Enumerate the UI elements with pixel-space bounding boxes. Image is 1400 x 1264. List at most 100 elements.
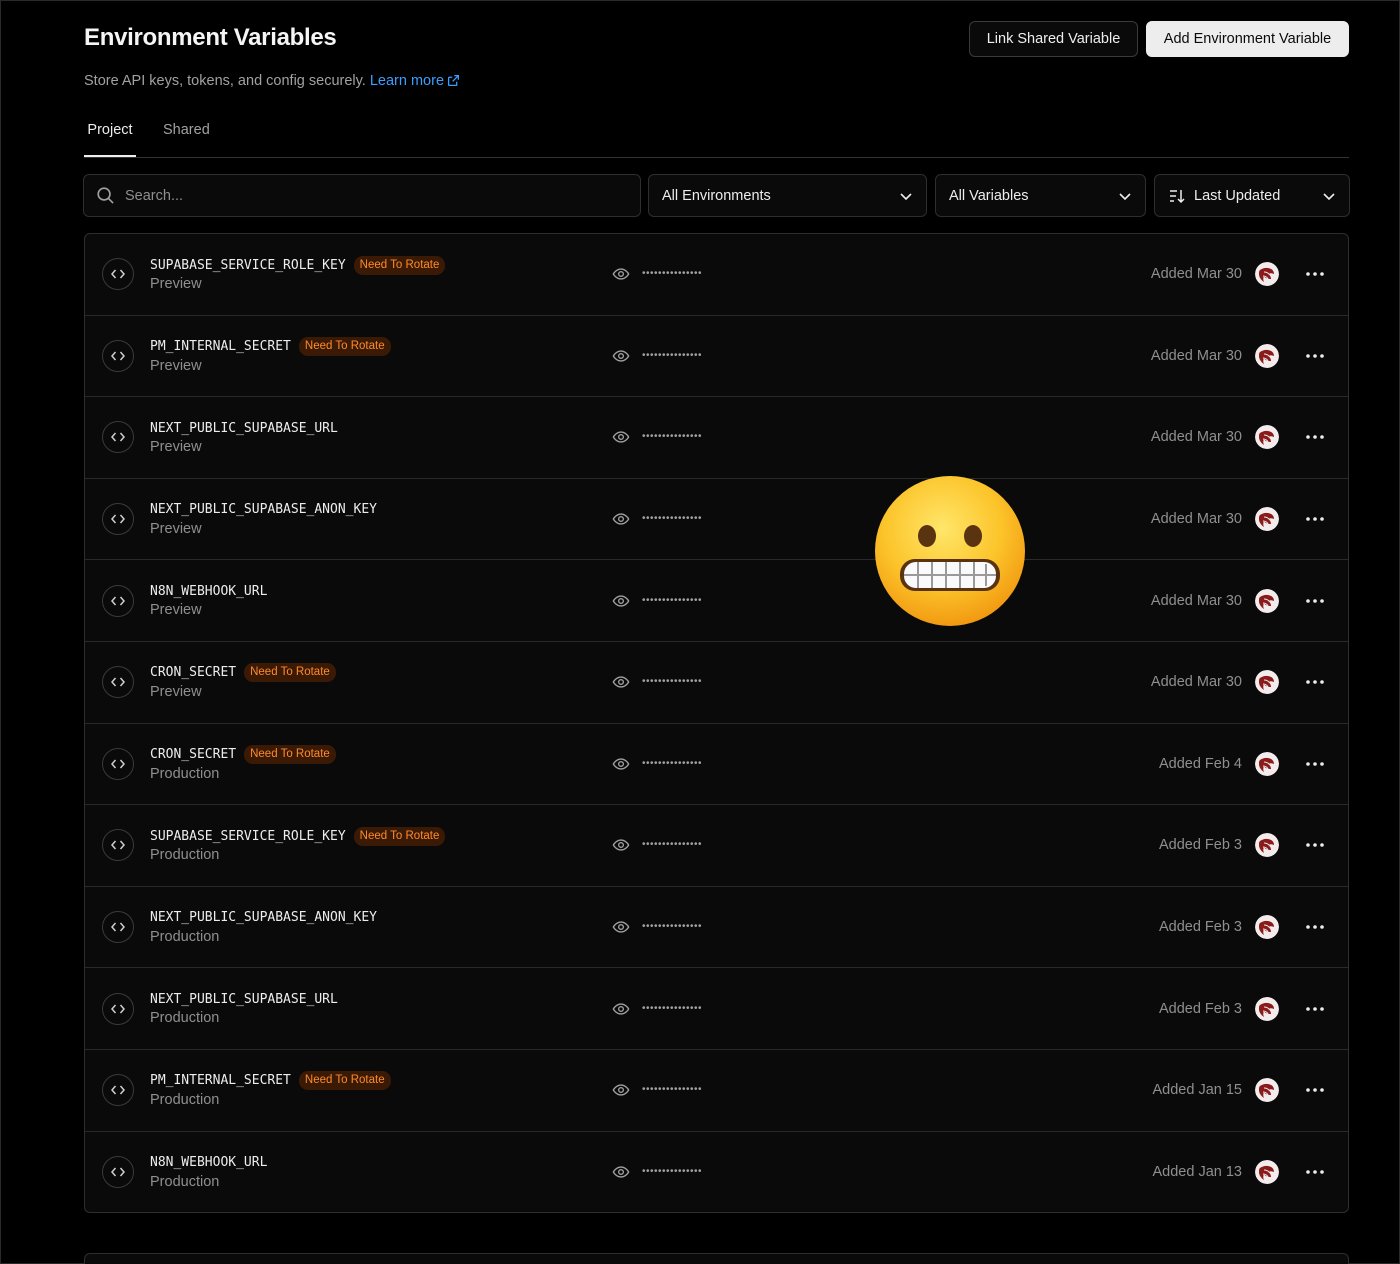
variable-environment: Preview: [150, 602, 202, 619]
need-to-rotate-badge: Need To Rotate: [244, 663, 336, 683]
avatar: [1255, 670, 1279, 695]
variable-name-line: NEXT_PUBLIC_SUPABASE_URL: [150, 419, 338, 437]
variable-environment: Production: [150, 847, 220, 864]
env-variable-row[interactable]: NEXT_PUBLIC_SUPABASE_ANON_KEY Preview ••••…: [85, 479, 1348, 561]
env-variable-row[interactable]: CRON_SECRET Need To Rotate Preview ••••••••…: [85, 642, 1348, 724]
added-date: Added Feb 3: [1158, 919, 1242, 936]
code-brackets-icon: [102, 258, 134, 291]
env-variable-row[interactable]: N8N_WEBHOOK_URL Preview ••••••••••••••• Add…: [85, 560, 1348, 642]
avatar: [1255, 262, 1279, 287]
page-title: Environment Variables: [84, 24, 337, 51]
masked-value: •••••••••••••••: [642, 268, 703, 280]
variable-environment: Preview: [150, 520, 202, 537]
variable-name: NEXT_PUBLIC_SUPABASE_ANON_KEY: [150, 910, 377, 926]
code-brackets-icon: [102, 666, 134, 699]
env-variable-list: SUPABASE_SERVICE_ROLE_KEY Need To Rotate P…: [84, 233, 1349, 1213]
variable-environment: Preview: [150, 276, 202, 292]
added-date: Added Mar 30: [1150, 266, 1242, 283]
search-box[interactable]: [83, 174, 641, 217]
eye-icon[interactable]: [612, 1000, 630, 1018]
added-date: Added Mar 30: [1150, 429, 1242, 446]
chevron-down-icon: [898, 188, 914, 204]
env-variable-row[interactable]: SUPABASE_SERVICE_ROLE_KEY Need To Rotate P…: [85, 234, 1348, 316]
env-variable-row[interactable]: PM_INTERNAL_SECRET Need To Rotate Producti…: [85, 1050, 1348, 1132]
env-variable-row[interactable]: NEXT_PUBLIC_SUPABASE_URL Preview •••••••••…: [85, 397, 1348, 479]
variable-name-line: N8N_WEBHOOK_URL: [150, 582, 267, 600]
variable-environment: Preview: [150, 357, 202, 374]
eye-icon[interactable]: [612, 836, 630, 854]
variable-name: NEXT_PUBLIC_SUPABASE_URL: [150, 420, 338, 436]
variables-select[interactable]: All Variables: [935, 174, 1146, 217]
masked-value: •••••••••••••••: [642, 839, 703, 851]
code-brackets-icon: [102, 911, 134, 944]
env-variable-row[interactable]: NEXT_PUBLIC_SUPABASE_ANON_KEY Production •…: [85, 887, 1348, 969]
need-to-rotate-badge: Need To Rotate: [298, 337, 391, 357]
more-horizontal-icon[interactable]: [1304, 346, 1326, 366]
variable-environment: Production: [150, 1173, 220, 1190]
avatar: [1255, 915, 1279, 940]
sort-select-value: Last Updated: [1194, 187, 1281, 204]
env-variable-row[interactable]: CRON_SECRET Need To Rotate Production •••••…: [85, 724, 1348, 806]
variable-name: CRON_SECRET: [150, 665, 237, 681]
variable-environment: Production: [150, 765, 220, 782]
added-date: Added Mar 30: [1150, 674, 1242, 691]
variable-environment: Production: [150, 1010, 220, 1027]
code-brackets-icon: [102, 503, 134, 536]
env-variable-row[interactable]: N8N_WEBHOOK_URL Production •••••••••••••••…: [85, 1132, 1348, 1212]
avatar: [1255, 751, 1279, 776]
eye-icon[interactable]: [612, 510, 630, 528]
chevron-down-icon: [1321, 188, 1337, 204]
eye-icon[interactable]: [612, 755, 630, 773]
more-horizontal-icon[interactable]: [1304, 1162, 1326, 1182]
more-horizontal-icon[interactable]: [1304, 509, 1326, 529]
search-icon: [96, 186, 115, 205]
search-input[interactable]: [125, 187, 605, 204]
eye-icon[interactable]: [612, 673, 630, 691]
variable-name-line: NEXT_PUBLIC_SUPABASE_ANON_KEY: [150, 909, 377, 927]
next-section-card: [84, 1253, 1349, 1264]
avatar: [1255, 833, 1279, 858]
link-shared-variable-button[interactable]: Link Shared Variable: [969, 21, 1138, 57]
eye-icon[interactable]: [612, 265, 630, 283]
environment-select[interactable]: All Environments: [648, 174, 927, 217]
more-horizontal-icon[interactable]: [1304, 754, 1326, 774]
masked-value: •••••••••••••••: [642, 594, 703, 606]
variable-environment: Preview: [150, 683, 202, 700]
eye-icon[interactable]: [612, 428, 630, 446]
code-brackets-icon: [102, 339, 134, 372]
eye-icon[interactable]: [612, 918, 630, 936]
eye-icon[interactable]: [612, 592, 630, 610]
more-horizontal-icon[interactable]: [1304, 591, 1326, 611]
variable-name-line: PM_INTERNAL_SECRET Need To Rotate: [150, 337, 391, 357]
add-environment-variable-button[interactable]: Add Environment Variable: [1146, 21, 1349, 57]
more-horizontal-icon[interactable]: [1304, 264, 1326, 284]
eye-icon[interactable]: [612, 1081, 630, 1099]
need-to-rotate-badge: Need To Rotate: [353, 826, 446, 846]
more-horizontal-icon[interactable]: [1304, 835, 1326, 855]
code-brackets-icon: [102, 584, 134, 617]
masked-value: •••••••••••••••: [642, 431, 703, 443]
tab-project[interactable]: Project: [84, 122, 136, 157]
environment-select-value: All Environments: [662, 187, 771, 204]
variable-name-line: NEXT_PUBLIC_SUPABASE_ANON_KEY: [150, 501, 377, 519]
variable-name: SUPABASE_SERVICE_ROLE_KEY: [150, 257, 346, 273]
sort-select[interactable]: Last Updated: [1154, 174, 1350, 217]
variable-name-line: SUPABASE_SERVICE_ROLE_KEY Need To Rotate: [150, 255, 446, 275]
variable-environment: Production: [150, 928, 220, 945]
eye-icon[interactable]: [612, 1163, 630, 1181]
env-variable-row[interactable]: PM_INTERNAL_SECRET Need To Rotate Preview •…: [85, 316, 1348, 398]
more-horizontal-icon[interactable]: [1304, 917, 1326, 937]
more-horizontal-icon[interactable]: [1304, 427, 1326, 447]
env-variable-row[interactable]: NEXT_PUBLIC_SUPABASE_URL Production ••••••…: [85, 968, 1348, 1050]
env-variable-row[interactable]: SUPABASE_SERVICE_ROLE_KEY Need To Rotate P…: [85, 805, 1348, 887]
more-horizontal-icon[interactable]: [1304, 1080, 1326, 1100]
more-horizontal-icon[interactable]: [1304, 999, 1326, 1019]
tab-shared[interactable]: Shared: [163, 122, 210, 157]
avatar: [1255, 343, 1279, 368]
variable-name: CRON_SECRET: [150, 747, 237, 763]
avatar: [1255, 996, 1279, 1021]
code-brackets-icon: [102, 992, 134, 1025]
eye-icon[interactable]: [612, 347, 630, 365]
learn-more-link[interactable]: Learn more: [370, 73, 460, 89]
more-horizontal-icon[interactable]: [1304, 672, 1326, 692]
